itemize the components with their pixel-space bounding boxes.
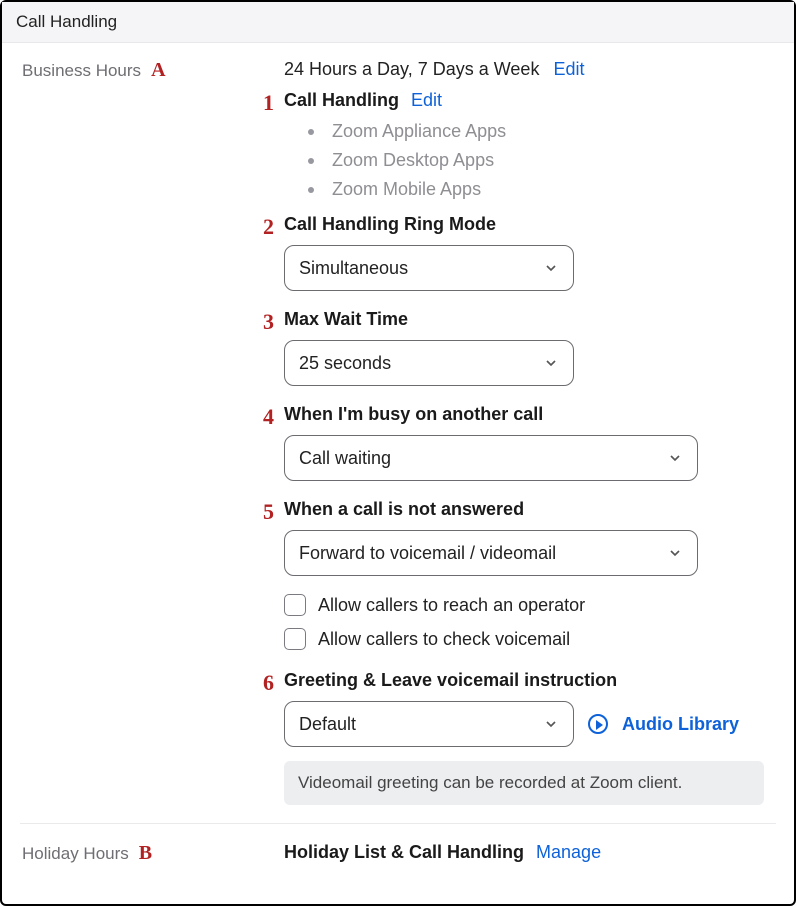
when-unanswered-value: Forward to voicemail / videomail bbox=[299, 543, 556, 564]
max-wait-select[interactable]: 25 seconds bbox=[284, 340, 574, 386]
bullet-icon bbox=[308, 129, 314, 135]
panel-body: Business Hours A 24 Hours a Day, 7 Days … bbox=[2, 43, 794, 889]
ring-mode-value: Simultaneous bbox=[299, 258, 408, 279]
audio-library-link[interactable]: Audio Library bbox=[622, 714, 739, 735]
play-icon[interactable] bbox=[588, 714, 608, 734]
checkbox-icon[interactable] bbox=[284, 594, 306, 616]
allow-check-voicemail-row[interactable]: Allow callers to check voicemail bbox=[284, 628, 774, 650]
videomail-note: Videomail greeting can be recorded at Zo… bbox=[284, 761, 764, 805]
chevron-down-icon bbox=[543, 716, 559, 732]
annotation-number-4: 4 bbox=[244, 404, 274, 430]
app-name: Zoom Appliance Apps bbox=[332, 121, 506, 142]
when-unanswered-label: When a call is not answered bbox=[284, 499, 524, 520]
app-name: Zoom Mobile Apps bbox=[332, 179, 481, 200]
greeting-controls: Default Audio Library bbox=[284, 701, 774, 747]
allow-check-voicemail-label: Allow callers to check voicemail bbox=[318, 629, 570, 650]
chevron-down-icon bbox=[667, 450, 683, 466]
holiday-title: Holiday List & Call Handling bbox=[284, 842, 524, 863]
allow-operator-label: Allow callers to reach an operator bbox=[318, 595, 585, 616]
business-hours-content: 24 Hours a Day, 7 Days a Week Edit 1 Cal… bbox=[284, 59, 776, 805]
ring-mode-label: Call Handling Ring Mode bbox=[284, 214, 496, 235]
holiday-manage-link[interactable]: Manage bbox=[536, 842, 601, 863]
list-item: Zoom Mobile Apps bbox=[308, 179, 774, 200]
bullet-icon bbox=[308, 158, 314, 164]
checkbox-icon[interactable] bbox=[284, 628, 306, 650]
annotation-letter-a: A bbox=[151, 59, 165, 82]
annotation-number-5: 5 bbox=[244, 499, 274, 525]
when-busy-select[interactable]: Call waiting bbox=[284, 435, 698, 481]
holiday-hours-label-col: Holiday Hours B bbox=[20, 842, 284, 865]
call-handling-label: Call Handling bbox=[284, 90, 399, 111]
max-wait-value: 25 seconds bbox=[299, 353, 391, 374]
allow-operator-row[interactable]: Allow callers to reach an operator bbox=[284, 594, 774, 616]
list-item: Zoom Appliance Apps bbox=[308, 121, 774, 142]
annotation-number-6: 6 bbox=[244, 670, 274, 696]
when-busy-value: Call waiting bbox=[299, 448, 391, 469]
schedule-text: 24 Hours a Day, 7 Days a Week bbox=[284, 59, 539, 80]
when-unanswered-select[interactable]: Forward to voicemail / videomail bbox=[284, 530, 698, 576]
when-busy-label: When I'm busy on another call bbox=[284, 404, 543, 425]
holiday-hours-section: Holiday Hours B Holiday List & Call Hand… bbox=[20, 823, 776, 865]
panel-header: Call Handling bbox=[2, 2, 794, 43]
schedule-row: 24 Hours a Day, 7 Days a Week Edit bbox=[284, 59, 774, 80]
when-busy-row: 4 When I'm busy on another call bbox=[284, 404, 774, 425]
business-hours-section: Business Hours A 24 Hours a Day, 7 Days … bbox=[20, 59, 776, 805]
holiday-hours-content: Holiday List & Call Handling Manage bbox=[284, 842, 776, 863]
greeting-row: 6 Greeting & Leave voicemail instruction bbox=[284, 670, 774, 691]
schedule-edit-link[interactable]: Edit bbox=[553, 59, 584, 80]
chevron-down-icon bbox=[543, 355, 559, 371]
holiday-hours-label: Holiday Hours bbox=[22, 844, 129, 864]
annotation-number-2: 2 bbox=[244, 214, 274, 240]
annotation-number-3: 3 bbox=[244, 309, 274, 335]
greeting-label: Greeting & Leave voicemail instruction bbox=[284, 670, 617, 691]
ring-mode-select[interactable]: Simultaneous bbox=[284, 245, 574, 291]
bullet-icon bbox=[308, 187, 314, 193]
max-wait-row: 3 Max Wait Time bbox=[284, 309, 774, 330]
panel-title: Call Handling bbox=[16, 12, 117, 31]
business-hours-label: Business Hours bbox=[22, 61, 141, 81]
greeting-select[interactable]: Default bbox=[284, 701, 574, 747]
ring-mode-row: 2 Call Handling Ring Mode bbox=[284, 214, 774, 235]
list-item: Zoom Desktop Apps bbox=[308, 150, 774, 171]
annotation-letter-b: B bbox=[139, 842, 152, 865]
business-hours-label-col: Business Hours A bbox=[20, 59, 284, 82]
call-handling-row: 1 Call Handling Edit bbox=[284, 90, 774, 111]
max-wait-label: Max Wait Time bbox=[284, 309, 408, 330]
annotation-number-1: 1 bbox=[244, 90, 274, 116]
when-unanswered-row: 5 When a call is not answered bbox=[284, 499, 774, 520]
chevron-down-icon bbox=[543, 260, 559, 276]
videomail-note-text: Videomail greeting can be recorded at Zo… bbox=[298, 773, 682, 792]
call-handling-edit-link[interactable]: Edit bbox=[411, 90, 442, 111]
chevron-down-icon bbox=[667, 545, 683, 561]
greeting-value: Default bbox=[299, 714, 356, 735]
app-name: Zoom Desktop Apps bbox=[332, 150, 494, 171]
app-list: Zoom Appliance Apps Zoom Desktop Apps Zo… bbox=[308, 121, 774, 200]
